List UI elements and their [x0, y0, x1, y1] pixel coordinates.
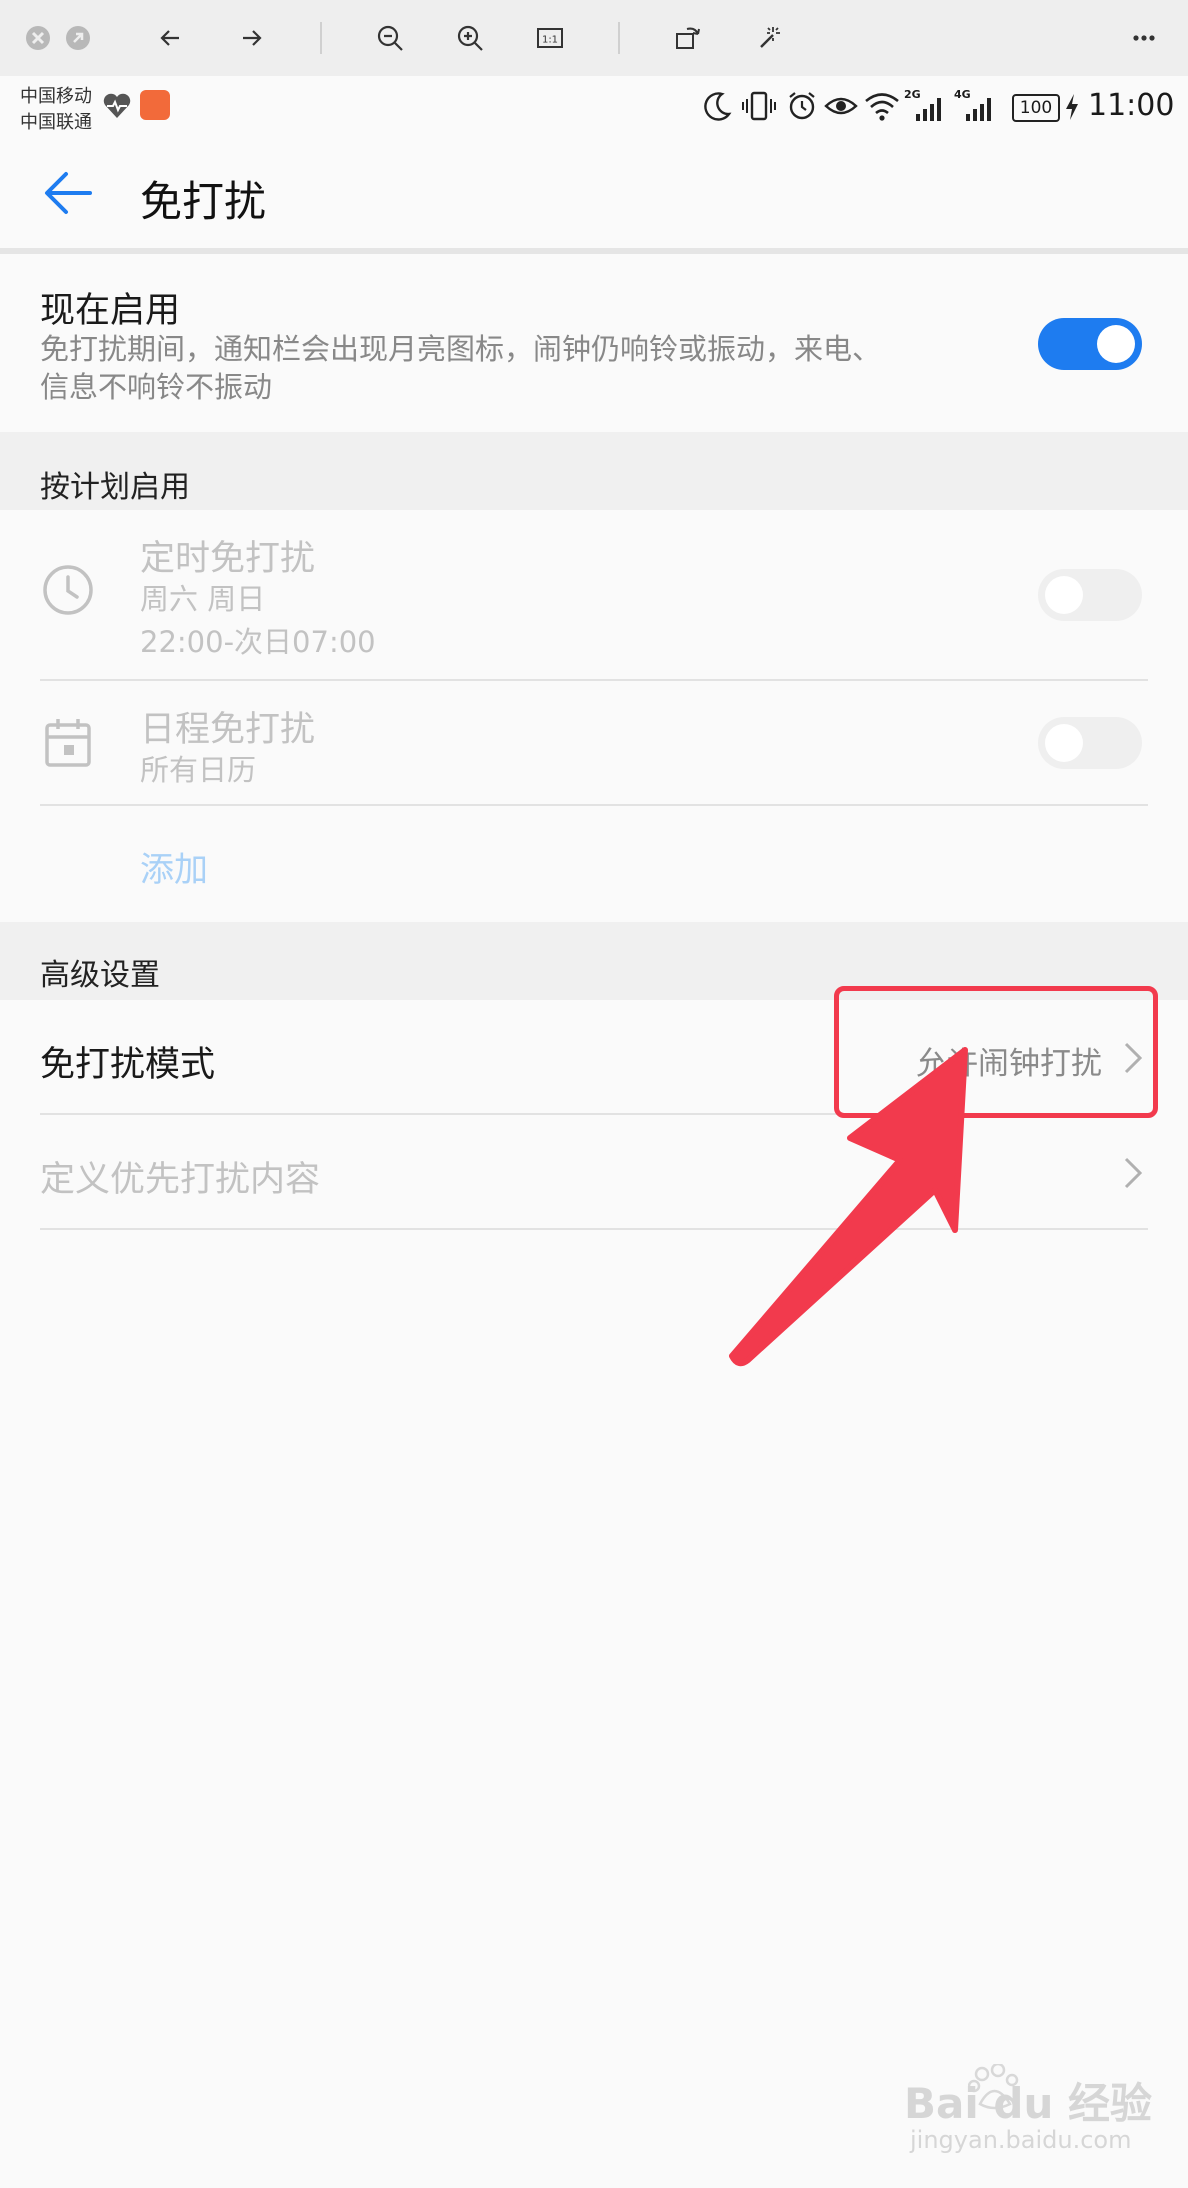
timed-dnd-days: 周六 周日 [140, 582, 266, 616]
forward-arrow-icon[interactable] [234, 20, 270, 56]
scheduled-section-label: 按计划启用 [40, 470, 190, 505]
vibrate-icon [742, 91, 776, 121]
charging-icon [1066, 94, 1078, 120]
watermark-url: jingyan.baidu.com [910, 2126, 1132, 2154]
status-time: 11:00 [1088, 88, 1175, 123]
timed-dnd-row[interactable]: 定时免打扰 周六 周日 22:00-次日07:00 [0, 510, 1188, 680]
rotate-icon[interactable] [670, 20, 706, 56]
minimize-icon[interactable] [60, 20, 96, 56]
scheduled-section-header: 按计划启用 [0, 432, 1188, 510]
advanced-section-label: 高级设置 [40, 958, 160, 993]
calendar-dnd-title: 日程免打扰 [140, 710, 316, 750]
timed-dnd-time-range: 22:00-次日07:00 [140, 625, 376, 659]
chevron-right-icon [1124, 1157, 1143, 1189]
calendar-dnd-toggle[interactable] [1038, 717, 1142, 769]
health-heart-icon [103, 93, 131, 118]
calendar-dnd-subtitle: 所有日历 [140, 753, 257, 787]
carrier-2: 中国联通 [20, 112, 92, 133]
moon-icon [704, 92, 732, 121]
priority-content-row[interactable]: 定义优先打扰内容 [0, 1115, 1188, 1229]
eye-comfort-icon [824, 97, 858, 115]
watermark-brand: Bai du 经验 [904, 2079, 1152, 2128]
magic-wand-icon[interactable] [750, 20, 786, 56]
carrier-1: 中国移动 [20, 86, 92, 107]
enable-now-description-line2: 信息不响铃不振动 [40, 370, 273, 404]
page-title: 免打扰 [140, 177, 267, 226]
toggle-knob [1045, 724, 1083, 762]
back-arrow-icon[interactable] [152, 20, 188, 56]
enable-now-description-line1: 免打扰期间，通知栏会出现月亮图标，闹钟仍响铃或振动，来电、 [40, 332, 882, 366]
timed-dnd-toggle[interactable] [1038, 569, 1142, 621]
clock-icon [43, 565, 93, 615]
enable-now-toggle[interactable] [1038, 318, 1142, 370]
signal-icon-1 [916, 98, 941, 121]
viewer-toolbar: 1:1 [0, 0, 1188, 76]
pointer-arrow-icon [729, 1047, 968, 1367]
zoom-in-icon[interactable] [452, 20, 488, 56]
wifi-icon [865, 93, 899, 121]
add-schedule-button[interactable]: 添加 [140, 842, 208, 891]
enable-now-title: 现在启用 [40, 291, 181, 331]
enable-now-row[interactable]: 现在启用 免打扰期间，通知栏会出现月亮图标，闹钟仍响铃或振动，来电、 信息不响铃… [0, 254, 1188, 432]
toggle-knob [1045, 576, 1083, 614]
battery-icon: 100 [1012, 94, 1060, 122]
toggle-knob [1097, 325, 1135, 363]
zoom-out-icon[interactable] [372, 20, 408, 56]
actual-size-icon[interactable]: 1:1 [532, 20, 568, 56]
dnd-mode-title: 免打扰模式 [40, 1045, 216, 1085]
status-bar: 中国移动 中国联通 2G 4G 100 11:00 [0, 76, 1188, 138]
app-bar: 免打扰 [0, 138, 1188, 250]
more-icon[interactable] [1126, 20, 1162, 56]
calendar-icon [45, 719, 91, 767]
alarm-icon [789, 92, 815, 120]
svg-text:1:1: 1:1 [542, 35, 558, 46]
signal-icon-2 [966, 98, 991, 121]
calendar-dnd-row[interactable]: 日程免打扰 所有日历 [0, 681, 1188, 805]
priority-content-title: 定义优先打扰内容 [40, 1160, 321, 1200]
app-notification-icon [140, 90, 170, 120]
timed-dnd-title: 定时免打扰 [140, 539, 316, 579]
back-arrow-icon[interactable] [40, 168, 96, 218]
close-icon[interactable] [20, 20, 56, 56]
